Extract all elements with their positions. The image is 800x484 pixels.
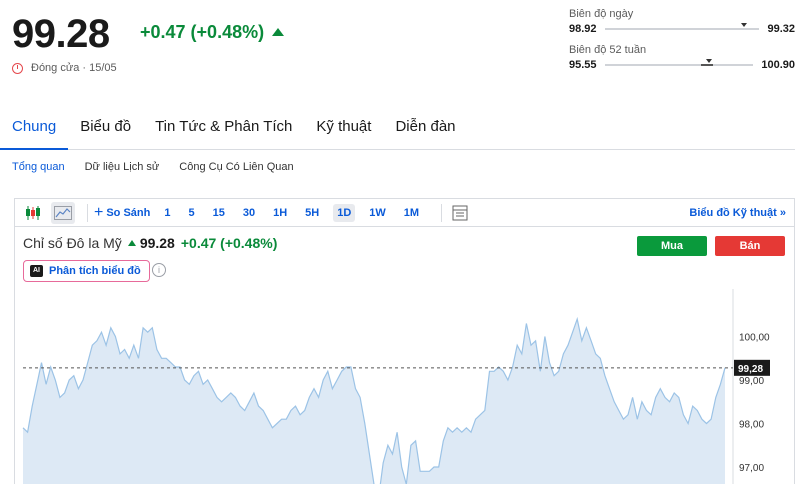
market-status: Đóng cửa · 15/05 [12,62,117,74]
subtab-1[interactable]: Dữ liệu Lịch sử [85,161,160,173]
toolbar-divider [441,203,443,222]
advanced-chart-link[interactable]: Biểu đồ Kỹ thuật » [689,207,786,219]
day-range-label: Biên độ ngày [569,8,634,20]
sell-button[interactable]: Bán [715,236,785,256]
market-status-text: Đóng cửa · 15/05 [31,62,117,74]
toolbar-divider [87,203,88,222]
compare-label: So Sánh [106,206,151,219]
week52-range-label: Biên độ 52 tuần [569,44,647,56]
price-area [23,319,725,484]
y-tick-label: 98,00 [739,420,764,431]
week52-range-high: 100.90 [761,59,795,71]
timeframe-1w[interactable]: 1W [367,204,388,222]
chart-panel: 100,00 99,00 98,00 97,00 99,28 Chỉ số Đô la … [14,226,795,484]
tab-3[interactable]: Kỹ thuật [304,116,383,150]
instrument-change: +0.47 (+0.48%) [180,235,278,251]
y-tick-label: 100,00 [739,333,770,344]
price-change-value: +0.47 (+0.48%) [140,22,265,42]
buy-button[interactable]: Mua [637,236,707,256]
week52-range-bar [604,59,754,66]
instrument-price: 99.28 [139,235,175,251]
subtab-0[interactable]: Tổng quan [12,161,65,173]
table-view-icon[interactable] [448,202,472,224]
day-range-bar [604,23,760,30]
double-chevron-icon: » [779,206,786,219]
subtab-2[interactable]: Công Cụ Có Liên Quan [179,161,293,173]
ai-analysis-label: Phân tích biểu đồ [49,265,141,277]
timeframe-1m[interactable]: 1M [402,204,421,222]
week52-range-low: 95.55 [569,59,597,71]
up-arrow-icon [127,240,136,246]
y-tick-label: 99,00 [739,376,764,387]
y-tick-label: 97,00 [739,463,764,474]
week52-range-marker-icon [705,59,712,63]
ai-icon: AI [30,265,43,277]
timeframe-5[interactable]: 5 [186,204,196,222]
up-arrow-icon [272,28,285,36]
tab-4[interactable]: Diễn đàn [383,116,467,150]
timeframe-30[interactable]: 30 [241,204,257,222]
day-range-high: 99.32 [767,23,795,35]
week52-range: Biên độ 52 tuần 95.55 100.90 [569,44,795,71]
current-price-label: 99,28 [738,364,763,375]
day-range: Biên độ ngày 98.92 99.32 [569,8,795,35]
tab-0[interactable]: Chung [0,116,69,150]
timeframe-group: 1 5 15 30 1H 5H 1D 1W 1M [162,203,435,222]
plus-icon: + [94,203,104,221]
timeframe-1h[interactable]: 1H [271,204,289,222]
instrument-name: Chỉ số Đô la Mỹ [23,235,122,251]
week52-range-fill [700,64,713,66]
price-change: +0.47 (+0.48%) [140,22,285,43]
info-icon[interactable]: i [152,263,166,277]
last-price: 99.28 [12,12,110,56]
day-range-low: 98.92 [569,23,597,35]
compare-button[interactable]: + So Sánh [94,204,150,222]
timeframe-15[interactable]: 15 [211,204,227,222]
advanced-chart-label: Biểu đồ Kỹ thuật [689,206,777,219]
chart-legend: Chỉ số Đô la Mỹ 99.28 +0.47 (+0.48%) [23,235,277,251]
timeframe-1[interactable]: 1 [162,204,172,222]
timeframe-1d[interactable]: 1D [333,203,356,222]
chart-toolbar: + So Sánh 1 5 15 30 1H 5H 1D 1W 1M Biểu đồ Kỹ thu… [14,198,795,226]
ai-analysis-button[interactable]: AI Phân tích biểu đồ [23,260,150,282]
timeframe-5h[interactable]: 5H [303,204,321,222]
area-chart-icon[interactable] [51,201,75,224]
main-tabs: Chung Biểu đồ Tin Tức & Phân Tích Kỹ thuật D… [0,116,795,150]
sub-tabs: Tổng quan Dữ liệu Lịch sử Công Cụ Có Liên … [12,161,314,173]
candlestick-icon[interactable] [21,202,45,224]
day-range-marker-icon [740,23,747,27]
tab-2[interactable]: Tin Tức & Phân Tích [143,116,304,150]
tab-1[interactable]: Biểu đồ [68,116,143,150]
clock-icon [12,62,23,74]
